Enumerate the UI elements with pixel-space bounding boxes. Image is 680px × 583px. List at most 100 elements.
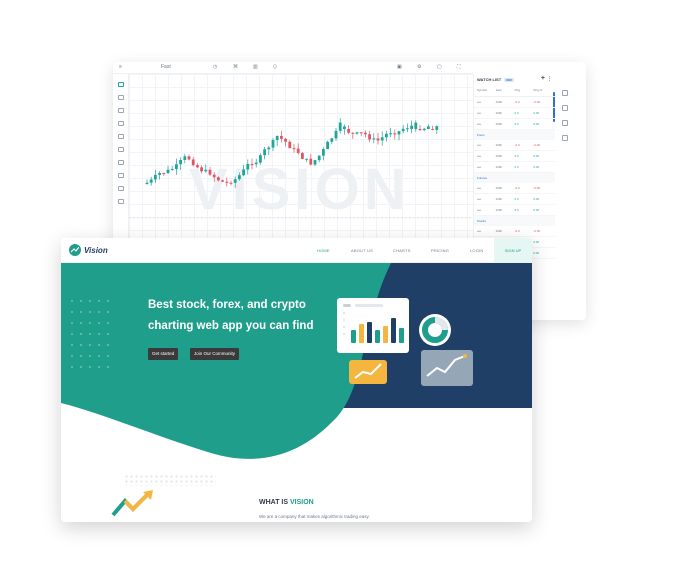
pattern-dot [98,311,100,313]
watchlist-row[interactable]: •••• 0.00 -0.0 -0.00 [474,226,555,237]
pattern-dot [98,333,100,335]
watchlist-row[interactable]: •••• 0.00 0.0 0.00 [474,151,555,162]
pattern-dot [71,344,73,346]
candle-body [347,129,350,133]
magnet-tool-icon[interactable] [118,186,124,191]
candle-body [149,179,153,183]
watchlist-group[interactable]: Forex [474,130,555,140]
stage: ≡ Fast ◷ ⌘ ▥ ⟨⟩ ▣ ⚙ ▢ ⛶ VISION WATCH LIS… [0,0,680,583]
watchlist-cell: 0.00 [495,122,502,126]
watchlist-row[interactable]: •••• 0.00 0.0 0.00 [474,119,555,130]
site-navbar: Vision HOME ABOUT US CHARTS PRICING LOGI… [61,238,532,263]
watchlist-cell: •••• [477,143,482,147]
candle-body [212,174,216,178]
watchlist-row[interactable]: •••• 0.00 -0.0 -0.00 [474,140,555,151]
site-logo[interactable]: Vision [69,244,108,256]
nav-home[interactable]: HOME [317,248,330,253]
watchlist-cell: 0.0 [514,165,519,169]
watchlist-row[interactable]: •••• 0.00 -0.0 -0.00 [474,97,555,108]
pattern-dot [89,344,91,346]
watchlist-group[interactable]: Stocks [474,216,555,226]
screenshot-icon[interactable]: ▢ [437,64,442,70]
pattern-dot [107,311,109,313]
watchlist-row[interactable]: •••• 0.00 0.0 0.00 [474,108,555,119]
watchlist-cell: 0.00 [533,197,540,201]
candle-body [158,172,161,175]
watchlist-row[interactable]: •••• 0.00 0.0 0.00 [474,194,555,205]
landing-page-window: Vision HOME ABOUT US CHARTS PRICING LOGI… [61,238,532,522]
candle-body [187,156,191,160]
candle-body [217,177,220,181]
candle-body [162,172,166,174]
get-started-button[interactable]: Get started [148,348,179,360]
candle-body [267,147,271,150]
menu-icon[interactable]: ≡ [119,64,122,70]
zoom-tool-icon[interactable] [118,173,124,178]
cursor-tool-icon[interactable] [118,82,124,87]
candle-body [359,132,363,134]
pattern-dot [107,355,109,357]
candle-body [238,175,241,180]
text-tool-icon[interactable] [118,134,124,139]
column-header[interactable]: Chg [515,88,534,92]
calendar-icon[interactable] [562,135,568,141]
measure-tool-icon[interactable] [118,160,124,165]
column-header[interactable]: Symbol [477,88,496,92]
candle-body [422,128,426,131]
watchlist-cell: •••• [477,229,482,233]
column-header[interactable]: Last [496,88,515,92]
watchlist-cell: -0.00 [533,229,541,233]
watchlist-cell: 0.00 [533,240,540,244]
candle-body [246,164,250,170]
candle-body [254,162,258,165]
pattern-dot [80,333,82,335]
fullscreen-icon[interactable]: ⛶ [457,64,461,70]
symbol-selector[interactable]: Fast [161,64,171,70]
watchlist-cell: 0.00 [533,165,540,169]
candle-body [292,148,296,150]
watchlist-group[interactable]: Futures [474,173,555,183]
candle-body [200,167,203,172]
join-community-button[interactable]: Join Our Community [190,348,240,360]
nav-charts[interactable]: CHARTS [393,248,411,253]
pattern-dot [107,300,109,302]
pattern-dot [80,366,82,368]
nav-login[interactable]: LOGIN [470,248,483,253]
more-icon[interactable]: ⋮ [547,76,552,82]
indicators-icon[interactable]: ▥ [253,64,258,70]
alerts-icon[interactable] [562,105,568,111]
settings-icon[interactable]: ⚙ [417,64,421,70]
line-tool-icon[interactable] [118,95,124,100]
watchlist-row[interactable]: •••• 0.00 0.0 0.00 [474,205,555,216]
nav-about[interactable]: ABOUT US [351,248,373,253]
pattern-dot [71,300,73,302]
timeframe-icon[interactable]: ◷ [213,64,217,70]
shape-tool-icon[interactable] [118,121,124,126]
candle-body [326,141,329,150]
save-icon[interactable]: ▣ [397,64,402,70]
compare-icon[interactable]: ⟨⟩ [273,64,277,70]
plus-icon[interactable]: + [541,75,545,82]
watchlist-row[interactable]: •••• 0.00 0.0 0.00 [474,162,555,173]
watchlist-icon[interactable] [562,90,568,96]
chart-watermark: VISION [189,157,410,222]
candle-body [275,135,279,141]
nav-pricing[interactable]: PRICING [431,248,449,253]
signup-button[interactable]: SIGN UP [494,238,532,263]
watchlist-cell: -0.00 [533,186,541,190]
candle-body [229,182,233,184]
candle-body [179,159,182,165]
watchlist-cell: 0.00 [495,165,502,169]
watchlist-cell: 0.0 [514,154,519,158]
column-header[interactable]: Chg % [533,88,552,92]
watchlist-badge[interactable]: DEF [504,78,515,82]
trash-icon[interactable] [118,199,124,204]
pattern-tool-icon[interactable] [118,147,124,152]
candle-body [250,164,254,166]
logo-text: Vision [84,245,108,255]
candle-type-icon[interactable]: ⌘ [233,64,238,70]
fib-tool-icon[interactable] [118,108,124,113]
chat-icon[interactable] [562,120,568,126]
watchlist-row[interactable]: •••• 0.00 -0.0 -0.00 [474,183,555,194]
hero-title-line-1: Best stock, forex, and crypto [148,299,306,311]
